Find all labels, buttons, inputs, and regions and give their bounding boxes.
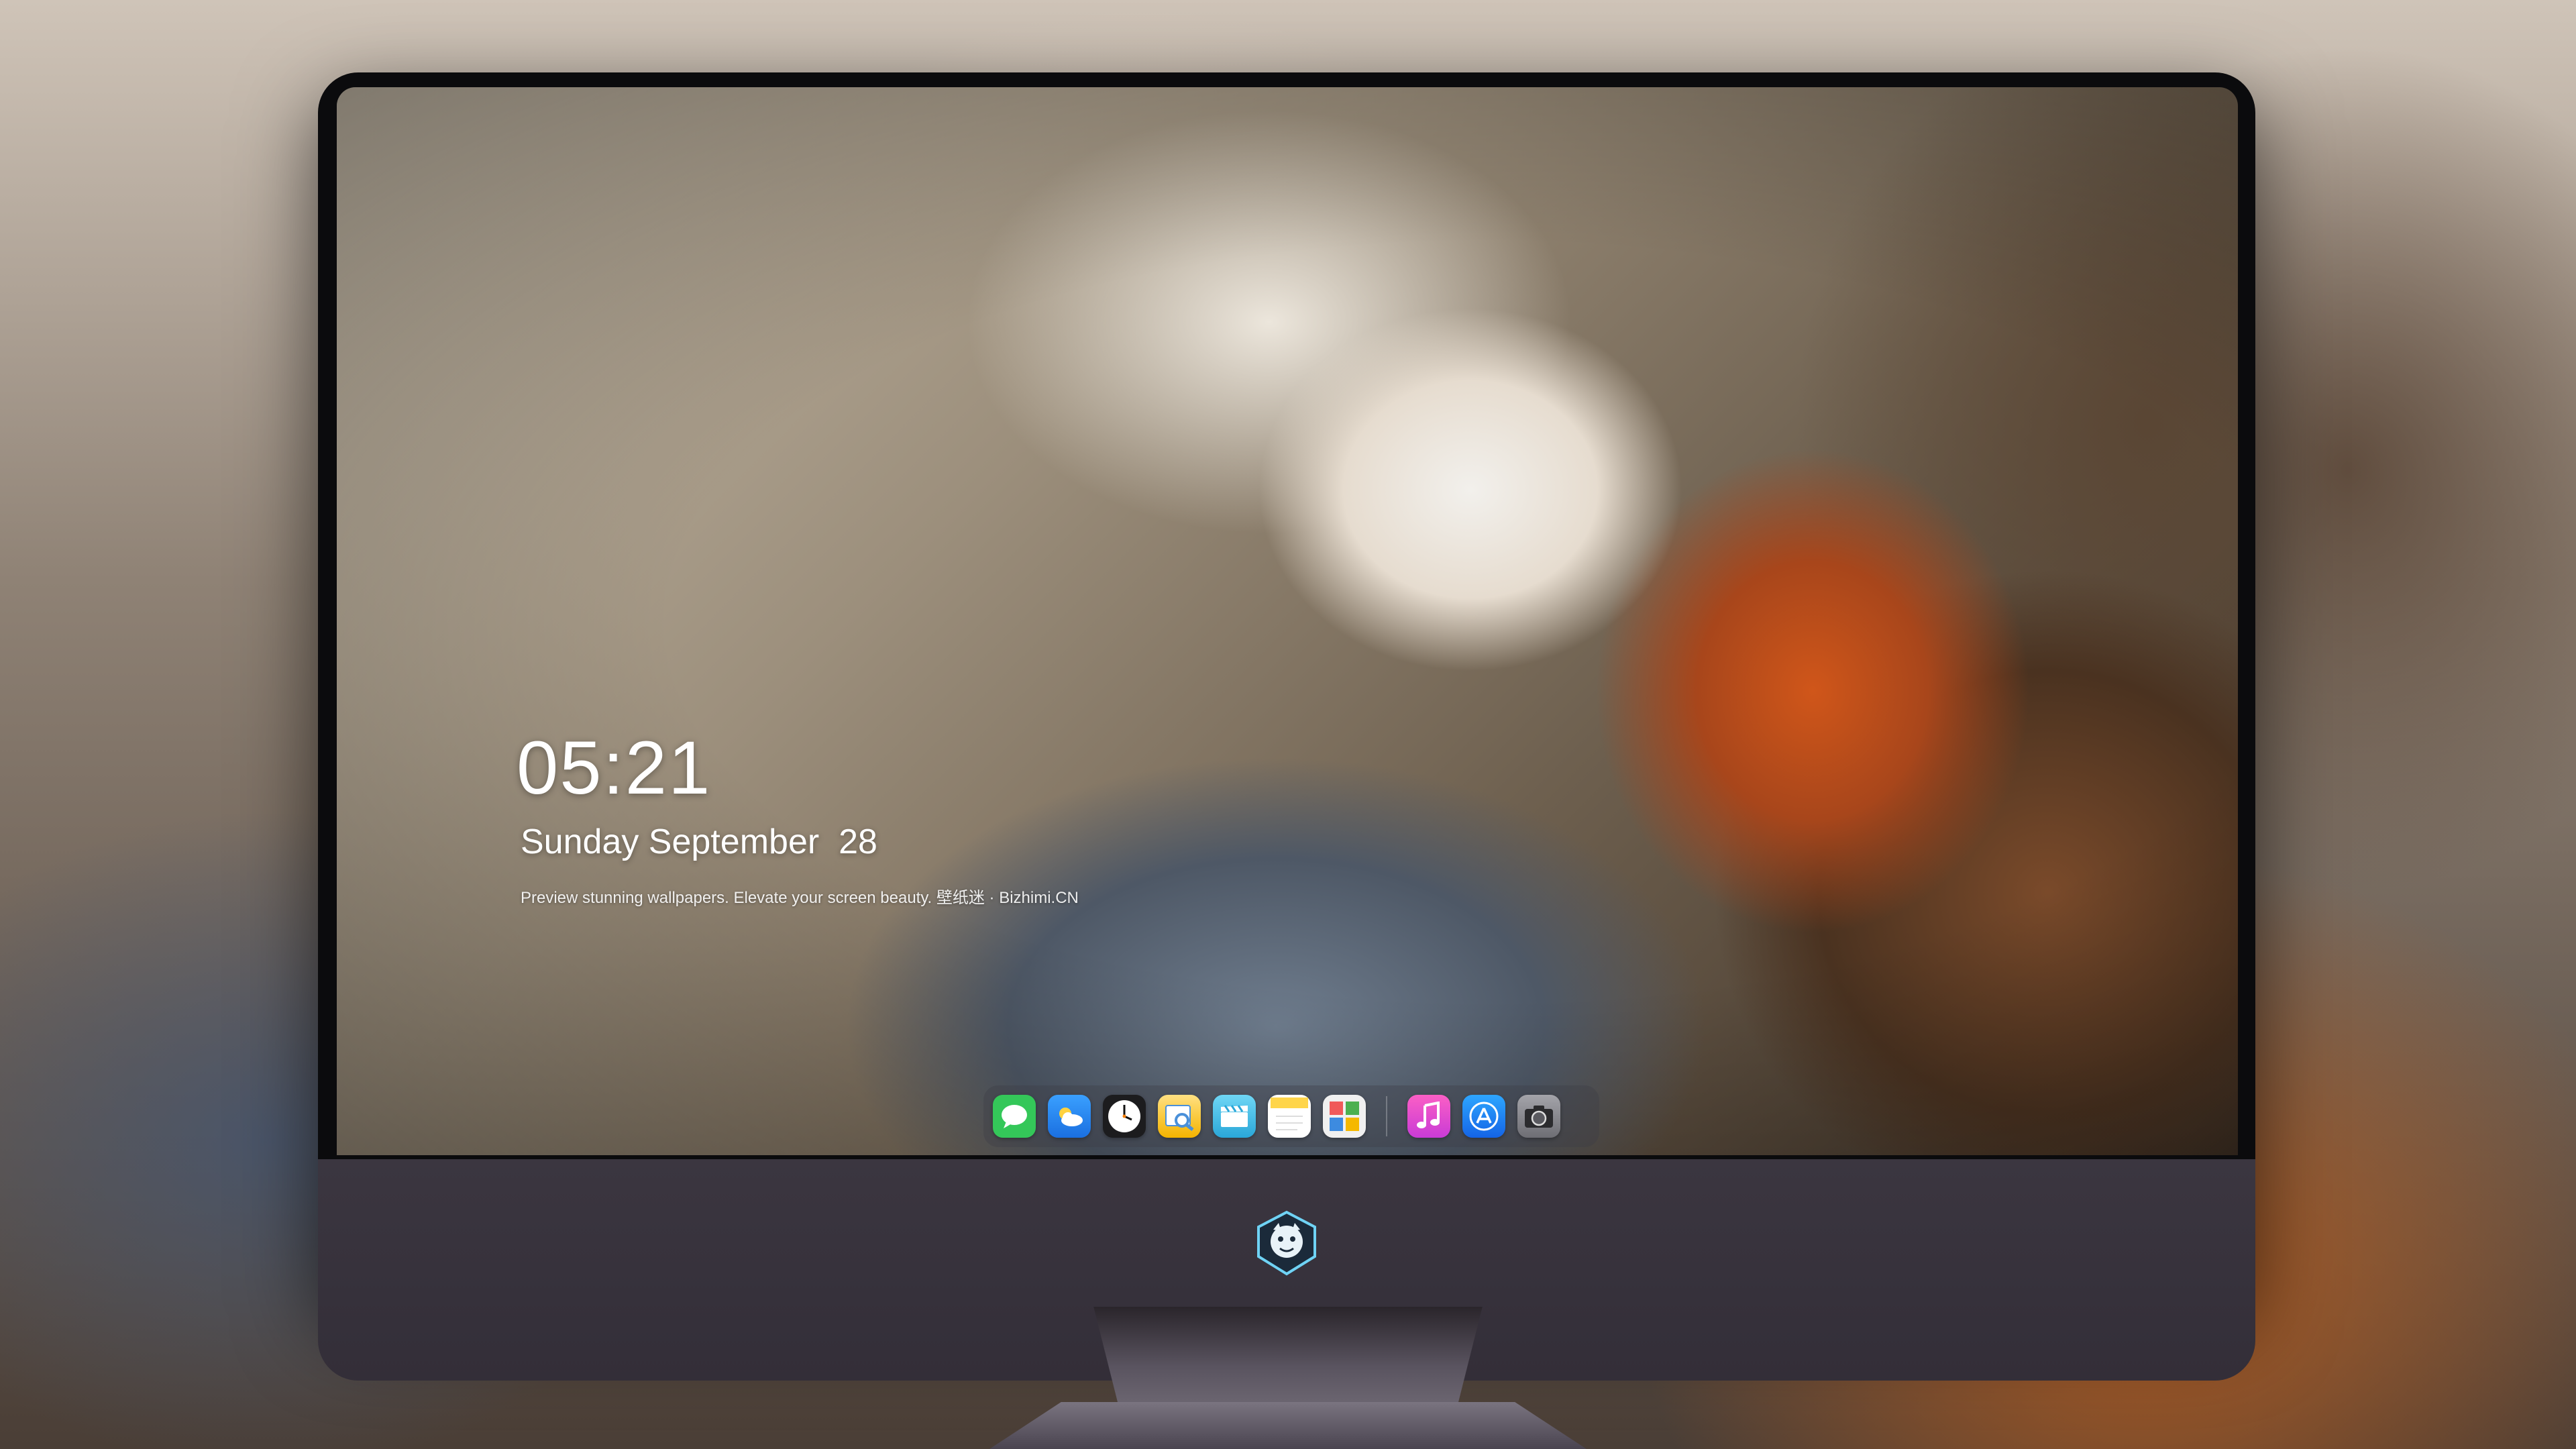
preview-icon[interactable] xyxy=(1158,1095,1201,1138)
dock-separator xyxy=(1386,1096,1387,1136)
app-store-icon[interactable] xyxy=(1462,1095,1505,1138)
dragon-logo-icon xyxy=(1257,1210,1316,1276)
notes-icon[interactable] xyxy=(1268,1095,1311,1138)
photo-booth-icon[interactable] xyxy=(1323,1095,1366,1138)
wallpaper-vignette xyxy=(337,87,2238,1155)
lockscreen-tagline: Preview stunning wallpapers. Elevate you… xyxy=(521,889,1079,907)
clock-icon[interactable] xyxy=(1103,1095,1146,1138)
lockscreen-time: 05:21 xyxy=(517,726,712,810)
clips-icon[interactable] xyxy=(1213,1095,1256,1138)
music-icon[interactable] xyxy=(1407,1095,1450,1138)
screen-wallpaper xyxy=(337,87,2238,1155)
weather-icon[interactable] xyxy=(1048,1095,1091,1138)
lockscreen-date: Sunday September 28 xyxy=(521,822,877,861)
messages-icon[interactable] xyxy=(993,1095,1036,1138)
camera-icon[interactable] xyxy=(1517,1095,1560,1138)
dock xyxy=(983,1085,1599,1147)
monitor-stand-base xyxy=(989,1402,1587,1449)
monitor-stand-neck xyxy=(1093,1307,1483,1407)
